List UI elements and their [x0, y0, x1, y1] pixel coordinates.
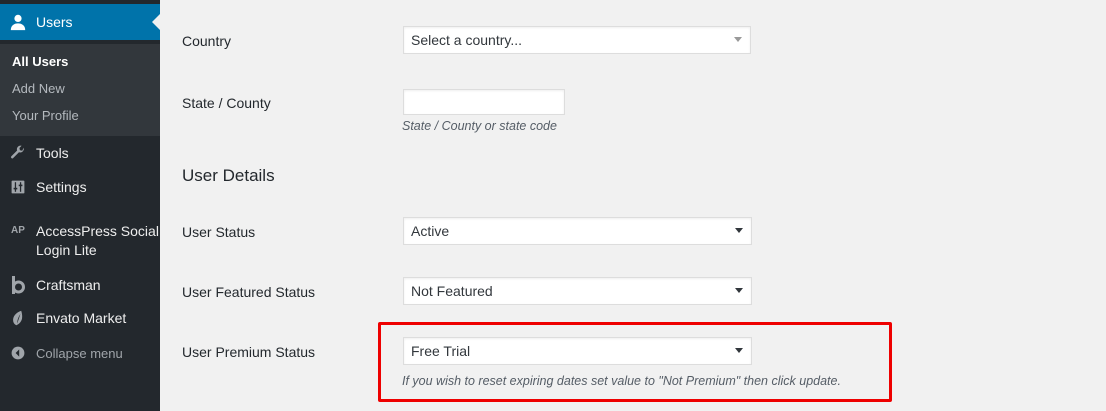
leaf-icon [0, 310, 36, 326]
accesspress-logo-icon: AP [11, 225, 25, 236]
settings-sliders-icon [0, 179, 36, 195]
sidebar-item-users[interactable]: Users [0, 4, 160, 40]
submenu-item-add-new[interactable]: Add New [12, 81, 65, 96]
user-featured-status-label: User Featured Status [182, 284, 316, 300]
sidebar-item-label: Settings [36, 179, 87, 195]
chevron-down-icon [735, 228, 743, 233]
sidebar-item-envato-market[interactable]: Envato Market [0, 305, 160, 331]
user-featured-status-value: Not Featured [411, 283, 493, 299]
sidebar-item-label: AccessPress Social [36, 223, 159, 239]
chevron-down-icon [735, 288, 743, 293]
admin-sidebar: Users All Users Add New Your Profile Too… [0, 0, 160, 411]
state-county-input[interactable] [403, 89, 565, 115]
sidebar-item-label: Envato Market [36, 310, 127, 326]
state-county-description: State / County or state code [402, 119, 557, 133]
sidebar-item-craftsman[interactable]: Craftsman [0, 272, 160, 298]
sidebar-item-accesspress[interactable]: AP AccessPress Social Login Lite [0, 222, 160, 262]
sidebar-item-label: Tools [36, 145, 69, 161]
user-status-select[interactable]: Active [403, 217, 752, 245]
wrench-icon [0, 145, 36, 161]
sidebar-item-label-wrap: AccessPress Social Login Lite [36, 222, 159, 260]
main-content: Country Select a country... State / Coun… [160, 0, 1106, 411]
current-menu-arrow [152, 14, 160, 30]
collapse-menu-label: Collapse menu [36, 345, 123, 361]
sidebar-item-label: Users [36, 14, 73, 30]
state-county-label: State / County [182, 95, 271, 111]
user-icon [0, 13, 36, 31]
sidebar-item-tools[interactable]: Tools [0, 140, 160, 166]
sidebar-item-label: Login Lite [36, 242, 97, 258]
country-select[interactable]: Select a country... [403, 26, 751, 54]
chevron-down-icon [734, 37, 742, 42]
country-select-value: Select a country... [411, 32, 523, 48]
user-featured-status-select[interactable]: Not Featured [403, 277, 752, 305]
highlight-annotation-box [378, 322, 892, 402]
user-premium-status-label: User Premium Status [182, 344, 316, 360]
submenu-item-your-profile[interactable]: Your Profile [12, 108, 79, 123]
sidebar-item-settings[interactable]: Settings [0, 174, 160, 200]
collapse-menu-button[interactable]: Collapse menu [0, 340, 160, 366]
user-status-value: Active [411, 223, 450, 239]
country-label: Country [182, 33, 232, 49]
user-status-label: User Status [182, 224, 256, 240]
collapse-arrow-icon [0, 345, 36, 361]
users-submenu: All Users Add New Your Profile [0, 44, 160, 136]
user-details-heading: User Details [182, 166, 275, 185]
submenu-item-all-users[interactable]: All Users [12, 54, 68, 69]
craftsman-logo-icon [0, 276, 36, 294]
sidebar-item-label: Craftsman [36, 277, 101, 293]
